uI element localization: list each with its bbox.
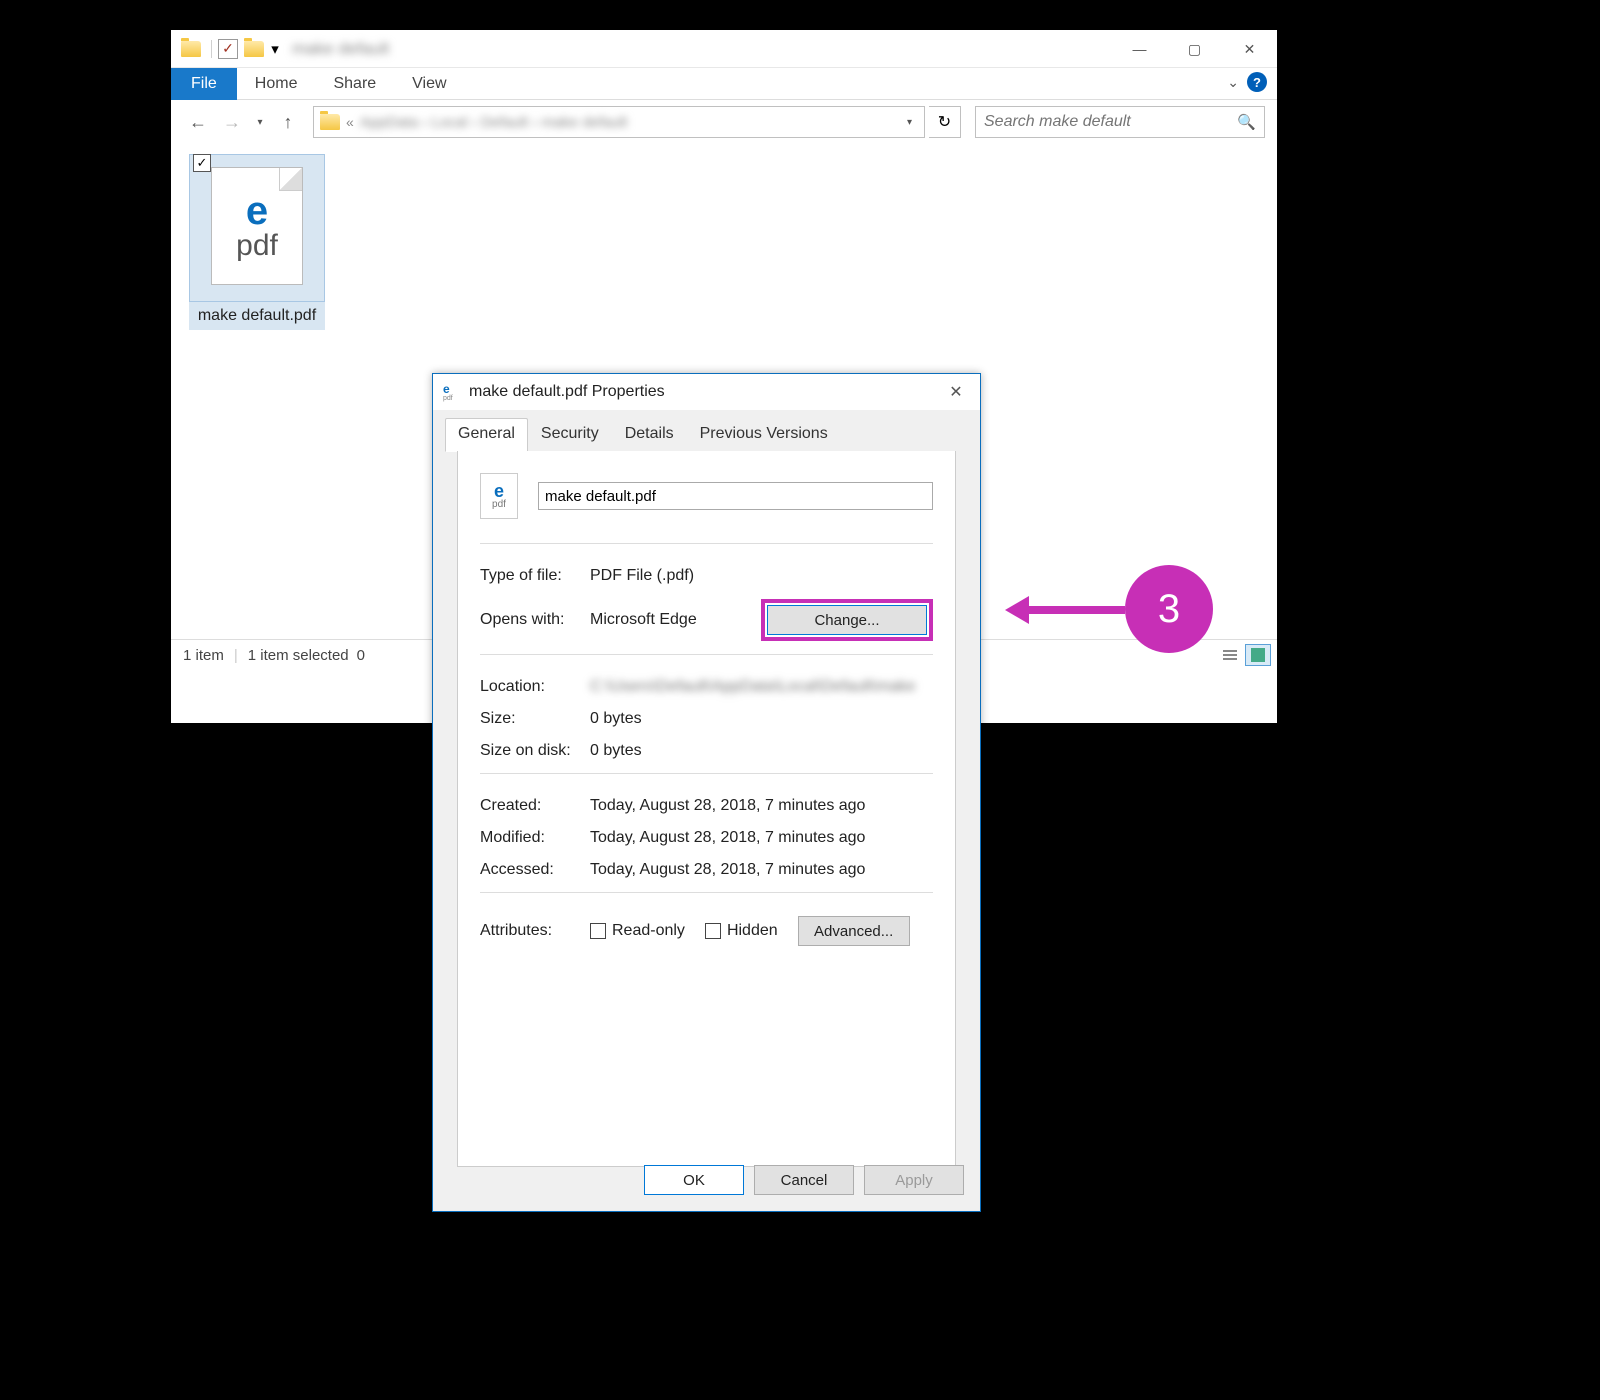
up-button[interactable]: ↑ <box>273 107 303 137</box>
search-icon[interactable]: 🔍 <box>1237 113 1256 131</box>
hidden-checkbox[interactable]: Hidden <box>705 922 778 940</box>
hidden-label: Hidden <box>727 922 778 940</box>
size-value: 0 bytes <box>590 710 933 728</box>
status-size: 0 <box>357 647 365 664</box>
maximize-button[interactable]: ▢ <box>1167 30 1222 68</box>
tab-share[interactable]: Share <box>315 69 394 99</box>
file-select-checkbox[interactable]: ✓ <box>193 154 211 172</box>
tab-home[interactable]: Home <box>237 69 316 99</box>
file-item[interactable]: ✓ e pdf make default.pdf <box>189 154 325 330</box>
pdf-badge: pdf <box>236 231 278 261</box>
type-of-file-label: Type of file: <box>480 567 590 585</box>
file-name-label[interactable]: make default.pdf <box>189 302 325 330</box>
file-type-icon: epdf <box>480 473 518 519</box>
breadcrumb-path[interactable]: AppData › Local › Default › make default <box>358 114 901 131</box>
tab-body-general: epdf Type of file: PDF File (.pdf) Opens… <box>457 451 956 1167</box>
divider <box>211 40 212 58</box>
ok-button[interactable]: OK <box>644 1165 744 1195</box>
forward-button[interactable]: → <box>217 107 247 137</box>
edge-icon: e <box>246 191 268 231</box>
advanced-button[interactable]: Advanced... <box>798 916 910 946</box>
icons-view-icon <box>1251 648 1265 662</box>
search-box[interactable]: 🔍 <box>975 106 1265 138</box>
close-button[interactable]: ✕ <box>1222 30 1277 68</box>
created-value: Today, August 28, 2018, 7 minutes ago <box>590 797 933 815</box>
tab-previous-versions[interactable]: Previous Versions <box>687 418 841 451</box>
window-title: make default <box>292 39 389 59</box>
created-label: Created: <box>480 797 590 815</box>
dialog-titlebar: epdf make default.pdf Properties ✕ <box>433 374 980 410</box>
size-on-disk-value: 0 bytes <box>590 742 933 760</box>
dialog-close-button[interactable]: ✕ <box>942 381 970 403</box>
tab-details[interactable]: Details <box>612 418 687 451</box>
annotation-arrow <box>1005 598 1125 622</box>
ribbon-tabs: File Home Share View ⌄ ? <box>171 68 1277 100</box>
accessed-value: Today, August 28, 2018, 7 minutes ago <box>590 861 933 879</box>
location-label: Location: <box>480 678 590 696</box>
attributes-label: Attributes: <box>480 922 590 940</box>
qat-properties-icon[interactable]: ✓ <box>218 39 238 59</box>
accessed-label: Accessed: <box>480 861 590 879</box>
ribbon-collapse-icon[interactable]: ⌄ <box>1227 74 1239 91</box>
status-item-count: 1 item <box>183 647 224 664</box>
address-bar[interactable]: « AppData › Local › Default › make defau… <box>313 106 925 138</box>
location-value: C:\Users\Default\AppData\Local\Default\m… <box>590 678 933 696</box>
address-dropdown-icon[interactable]: ▾ <box>901 117 918 128</box>
dialog-button-row: OK Cancel Apply <box>644 1165 964 1195</box>
folder-icon <box>181 41 201 57</box>
folder-icon <box>320 114 340 130</box>
opens-with-label: Opens with: <box>480 611 590 629</box>
checkbox-icon <box>705 923 721 939</box>
properties-dialog: epdf make default.pdf Properties ✕ Gener… <box>432 373 981 1212</box>
modified-value: Today, August 28, 2018, 7 minutes ago <box>590 829 933 847</box>
size-on-disk-label: Size on disk: <box>480 742 590 760</box>
annotation-step-badge: 3 <box>1125 565 1213 653</box>
change-button[interactable]: Change... <box>767 605 927 635</box>
tab-general[interactable]: General <box>445 418 528 452</box>
search-input[interactable] <box>984 113 1237 131</box>
view-icons-button[interactable] <box>1245 644 1271 666</box>
opens-with-value: Microsoft Edge <box>590 611 761 629</box>
pdf-file-icon: e pdf <box>211 167 303 285</box>
file-tab[interactable]: File <box>171 68 237 100</box>
filename-input[interactable] <box>538 482 933 510</box>
tab-security[interactable]: Security <box>528 418 612 451</box>
annotation-highlight: Change... <box>761 599 933 641</box>
back-button[interactable]: ← <box>183 107 213 137</box>
status-selected: 1 item selected <box>248 647 349 664</box>
dialog-title: make default.pdf Properties <box>469 383 665 401</box>
titlebar: ✓ ▾ make default — ▢ ✕ <box>171 30 1277 68</box>
modified-label: Modified: <box>480 829 590 847</box>
details-view-icon <box>1223 650 1237 660</box>
refresh-button[interactable]: ↻ <box>929 106 961 138</box>
breadcrumb-overflow-icon[interactable]: « <box>346 114 354 130</box>
history-dropdown-icon[interactable]: ▾ <box>251 117 269 128</box>
dialog-tabs: General Security Details Previous Versio… <box>445 418 968 451</box>
help-icon[interactable]: ? <box>1247 72 1267 92</box>
folder-icon[interactable] <box>244 41 264 57</box>
tab-view[interactable]: View <box>394 69 464 99</box>
type-of-file-value: PDF File (.pdf) <box>590 567 933 585</box>
qat-dropdown-icon[interactable]: ▾ <box>268 40 282 58</box>
cancel-button[interactable]: Cancel <box>754 1165 854 1195</box>
pdf-mini-icon: epdf <box>443 383 461 401</box>
checkbox-icon <box>590 923 606 939</box>
apply-button[interactable]: Apply <box>864 1165 964 1195</box>
minimize-button[interactable]: — <box>1112 30 1167 68</box>
read-only-label: Read-only <box>612 922 685 940</box>
read-only-checkbox[interactable]: Read-only <box>590 922 685 940</box>
nav-row: ← → ▾ ↑ « AppData › Local › Default › ma… <box>171 100 1277 144</box>
view-details-button[interactable] <box>1217 644 1243 666</box>
size-label: Size: <box>480 710 590 728</box>
